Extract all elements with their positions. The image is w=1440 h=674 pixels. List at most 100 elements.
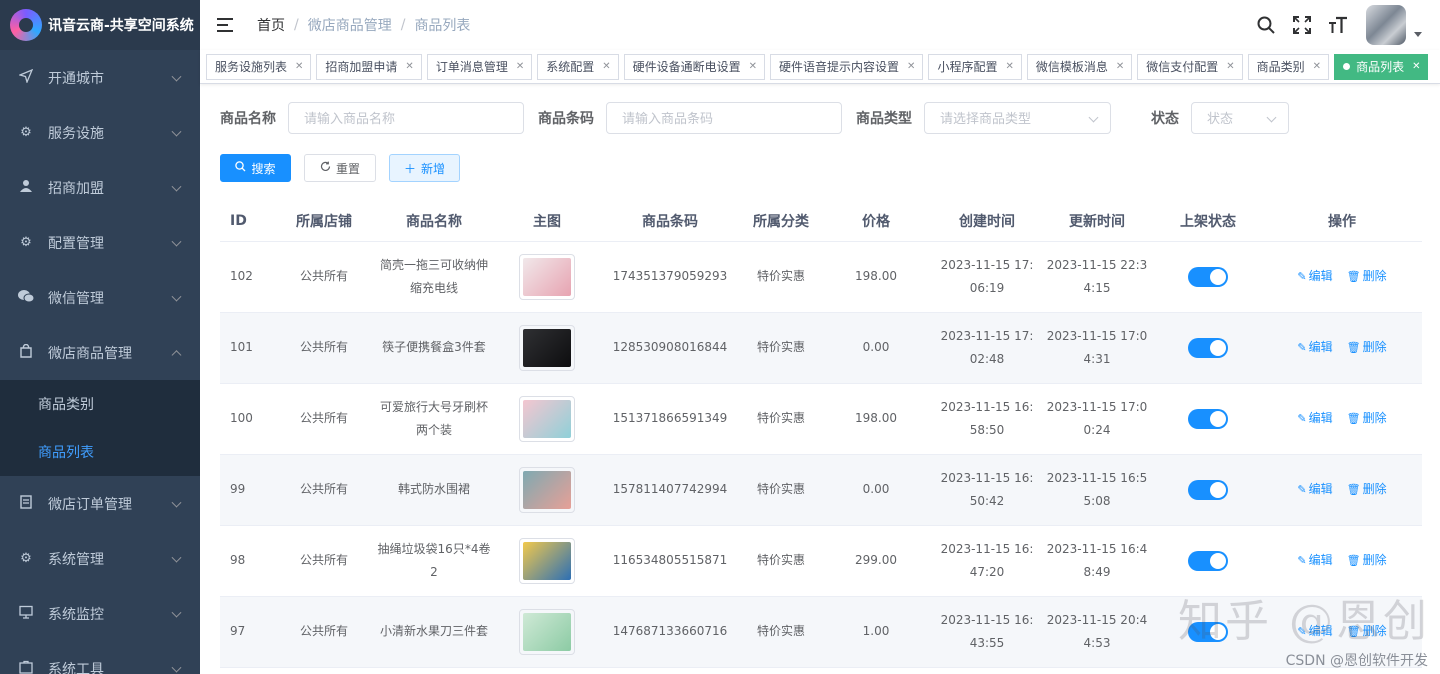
goods-thumbnail[interactable] bbox=[519, 537, 575, 584]
goods-thumbnail[interactable] bbox=[519, 466, 575, 513]
tab-wechat-pay[interactable]: 微信支付配置 ✕ bbox=[1137, 53, 1243, 80]
close-icon[interactable]: ✕ bbox=[1412, 61, 1420, 72]
delete-button[interactable]: 🗑 删除 bbox=[1347, 336, 1387, 359]
sidebar-item-shop-orders[interactable]: 微店订单管理 bbox=[0, 476, 200, 531]
search-icon[interactable] bbox=[1256, 15, 1276, 35]
tab-goods-list[interactable]: 商品列表 ✕ bbox=[1334, 53, 1429, 80]
breadcrumb-home[interactable]: 首页 bbox=[257, 15, 285, 35]
edit-icon: ✎ bbox=[1297, 483, 1307, 496]
goods-thumbnail[interactable] bbox=[519, 324, 575, 371]
refresh-icon bbox=[320, 161, 331, 175]
column-header: 所属分类 bbox=[744, 202, 818, 242]
cell-shop: 公共所有 bbox=[278, 525, 370, 597]
edit-button[interactable]: ✎ 编辑 bbox=[1297, 478, 1332, 501]
goods-name-input[interactable]: 请输入商品名称 bbox=[288, 101, 524, 134]
tab-wechat-template[interactable]: 微信模板消息 ✕ bbox=[1026, 53, 1133, 80]
breadcrumb-separator: / bbox=[400, 17, 406, 33]
delete-button[interactable]: 🗑 删除 bbox=[1347, 549, 1387, 572]
sidebar-item-system[interactable]: ⚙ 系统管理 bbox=[0, 531, 200, 586]
close-icon[interactable]: ✕ bbox=[516, 61, 524, 72]
cell-id: 99 bbox=[220, 454, 278, 526]
delete-icon: 🗑 bbox=[1346, 412, 1361, 425]
delete-label: 删除 bbox=[1362, 411, 1387, 425]
delete-label: 删除 bbox=[1362, 269, 1387, 283]
goods-thumbnail[interactable] bbox=[519, 395, 575, 442]
tab-label: 微信支付配置 bbox=[1146, 60, 1219, 74]
navbar: 首页 / 微店商品管理 / 商品列表 bbox=[200, 0, 1440, 50]
tab-franchise-apply[interactable]: 招商加盟申请 ✕ bbox=[316, 53, 422, 80]
add-button[interactable]: ＋ 新增 bbox=[389, 154, 460, 182]
cell-price: 1.00 bbox=[818, 596, 934, 668]
cell-created: 2023-11-15 16:58:50 bbox=[934, 383, 1040, 455]
goods-barcode-label: 商品条码 bbox=[538, 110, 594, 127]
sidebar-item-goods-list[interactable]: 商品列表 bbox=[0, 428, 200, 476]
close-icon[interactable]: ✕ bbox=[295, 61, 303, 72]
sidebar-item-wechat[interactable]: 微信管理 bbox=[0, 270, 200, 325]
listed-switch[interactable] bbox=[1188, 479, 1228, 500]
column-header: 上架状态 bbox=[1154, 202, 1262, 242]
reset-button[interactable]: 重置 bbox=[304, 154, 376, 182]
sidebar-item-cities[interactable]: 开通城市 bbox=[0, 50, 200, 105]
cell-listed bbox=[1154, 312, 1262, 384]
hamburger-icon[interactable] bbox=[217, 18, 233, 32]
goods-barcode-input[interactable]: 请输入商品条码 bbox=[606, 101, 842, 134]
cell-image bbox=[498, 383, 596, 455]
edit-button[interactable]: ✎ 编辑 bbox=[1297, 407, 1332, 430]
tab-hardware-power[interactable]: 硬件设备通断电设置 ✕ bbox=[623, 53, 766, 80]
close-icon[interactable]: ✕ bbox=[405, 61, 413, 72]
goods-type-select[interactable]: 请选择商品类型 bbox=[924, 101, 1111, 134]
close-icon[interactable]: ✕ bbox=[1005, 61, 1013, 72]
close-icon[interactable]: ✕ bbox=[602, 61, 610, 72]
search-button[interactable]: 搜索 bbox=[220, 154, 291, 182]
tab-miniprogram-config[interactable]: 小程序配置 ✕ bbox=[928, 53, 1022, 80]
column-header: 主图 bbox=[498, 202, 596, 242]
column-header: 商品条码 bbox=[596, 202, 744, 242]
close-icon[interactable]: ✕ bbox=[1116, 61, 1124, 72]
caret-down-icon[interactable] bbox=[1414, 31, 1422, 37]
close-icon[interactable]: ✕ bbox=[1226, 61, 1234, 72]
listed-switch[interactable] bbox=[1188, 408, 1228, 429]
table-header: ID 所属店铺 商品名称 主图 商品条码 所属分类 价格 创建时间 更新时间 上… bbox=[220, 202, 1422, 242]
sidebar-item-shop-goods[interactable]: 微店商品管理 bbox=[0, 325, 200, 380]
sidebar-item-goods-category[interactable]: 商品类别 bbox=[0, 380, 200, 428]
goods-thumbnail[interactable] bbox=[519, 253, 575, 300]
fullscreen-icon[interactable] bbox=[1292, 15, 1312, 35]
sidebar-item-tools[interactable]: 系统工具 bbox=[0, 641, 200, 674]
listed-switch[interactable] bbox=[1188, 266, 1228, 287]
csdn-watermark: CSDN @恩创软件开发 bbox=[1285, 653, 1428, 669]
close-icon[interactable]: ✕ bbox=[907, 61, 915, 72]
close-icon[interactable]: ✕ bbox=[1313, 61, 1321, 72]
font-size-icon[interactable] bbox=[1328, 15, 1348, 35]
close-icon[interactable]: ✕ bbox=[749, 61, 757, 72]
delete-button[interactable]: 🗑 删除 bbox=[1347, 478, 1387, 501]
avatar[interactable] bbox=[1366, 5, 1406, 45]
tab-system-config[interactable]: 系统配置 ✕ bbox=[537, 53, 619, 80]
delete-button[interactable]: 🗑 删除 bbox=[1347, 407, 1387, 430]
delete-icon: 🗑 bbox=[1346, 341, 1361, 354]
delete-icon: 🗑 bbox=[1346, 483, 1361, 496]
listed-switch[interactable] bbox=[1188, 337, 1228, 358]
cell-id: 98 bbox=[220, 525, 278, 597]
delete-label: 删除 bbox=[1362, 553, 1387, 567]
edit-button[interactable]: ✎ 编辑 bbox=[1297, 265, 1332, 288]
cell-id: 97 bbox=[220, 596, 278, 668]
status-select[interactable]: 状态 bbox=[1191, 101, 1289, 134]
tab-order-messages[interactable]: 订单消息管理 ✕ bbox=[426, 53, 533, 80]
edit-button[interactable]: ✎ 编辑 bbox=[1297, 549, 1332, 572]
sidebar-item-config[interactable]: ⚙ 配置管理 bbox=[0, 215, 200, 270]
tab-goods-category[interactable]: 商品类别 ✕ bbox=[1247, 53, 1330, 80]
cell-barcode: 151371866591349 bbox=[596, 383, 744, 455]
sidebar-item-monitor[interactable]: 系统监控 bbox=[0, 586, 200, 641]
tab-hardware-voice[interactable]: 硬件语音提示内容设置 ✕ bbox=[770, 53, 924, 80]
tab-service-facilities[interactable]: 服务设施列表 ✕ bbox=[206, 53, 312, 80]
edit-button[interactable]: ✎ 编辑 bbox=[1297, 336, 1332, 359]
logo[interactable]: 讯音云商-共享空间系统 bbox=[0, 0, 200, 50]
cell-price: 0.00 bbox=[818, 454, 934, 526]
tab-label: 商品列表 bbox=[1356, 60, 1405, 74]
sidebar-item-franchise[interactable]: 招商加盟 bbox=[0, 160, 200, 215]
sidebar-item-facilities[interactable]: ⚙ 服务设施 bbox=[0, 105, 200, 160]
listed-switch[interactable] bbox=[1188, 550, 1228, 571]
goods-thumbnail[interactable] bbox=[519, 608, 575, 655]
cell-created: 2023-11-15 16:50:42 bbox=[934, 454, 1040, 526]
delete-button[interactable]: 🗑 删除 bbox=[1347, 265, 1387, 288]
